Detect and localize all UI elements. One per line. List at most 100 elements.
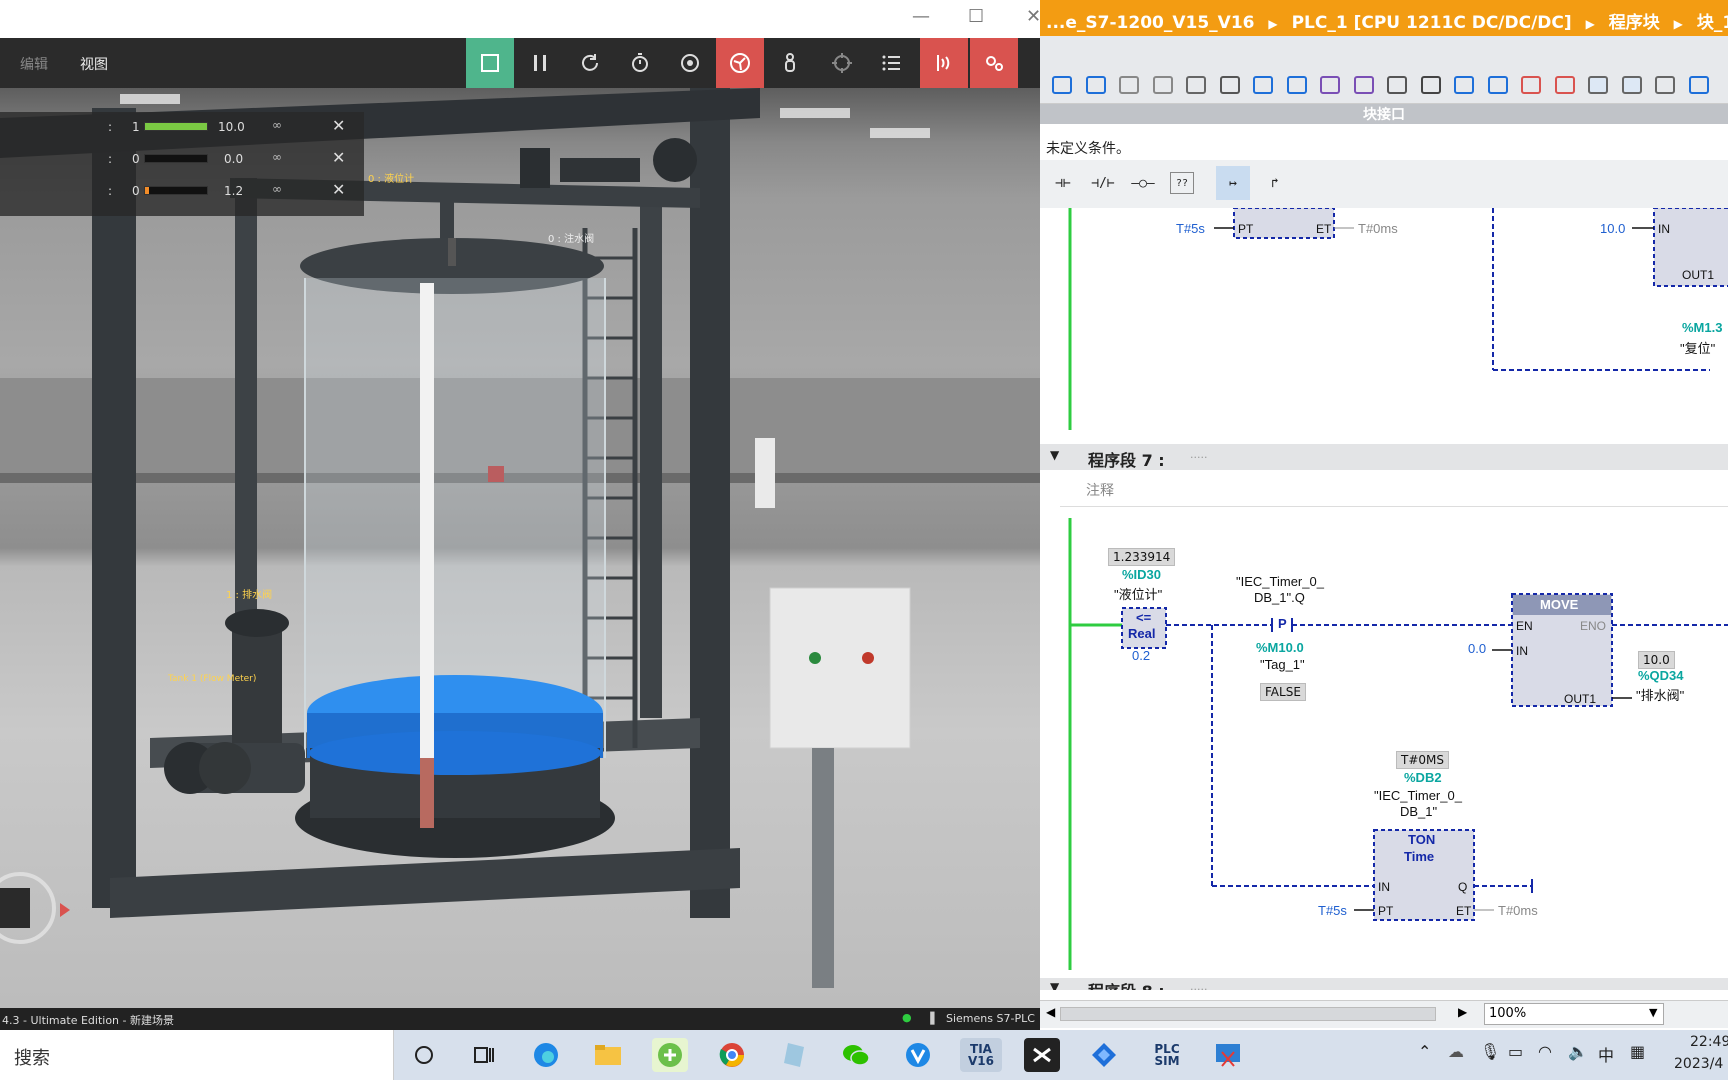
breadcrumb-item[interactable]: PLC_1 [CPU 1211C DC/DC/DC] [1292, 13, 1572, 33]
driver-text[interactable]: Siemens S7-PLC [946, 1012, 1035, 1025]
toolbar-tool-icon[interactable] [1219, 76, 1240, 94]
toolbar-tool-icon[interactable] [1554, 76, 1575, 94]
collapse-icon[interactable]: ▼ [1050, 448, 1059, 462]
toolbar-tool-icon[interactable] [1420, 76, 1441, 94]
close-icon[interactable]: ✕ [1026, 6, 1040, 27]
camera-button[interactable] [666, 38, 714, 88]
toolbar-tool-icon[interactable] [1487, 76, 1508, 94]
chrome-browser-icon[interactable] [714, 1038, 750, 1072]
remove-icon[interactable]: ✕ [332, 148, 345, 167]
ladder-editor[interactable]: T#5s PT ET T#0ms 10.0 IN OUT1 %M1.3 "复位"… [1040, 208, 1728, 990]
pause-button[interactable] [516, 38, 564, 88]
tray-chevron-icon[interactable]: ⌃ [1418, 1042, 1431, 1061]
microphone-icon[interactable]: 🎙 [1480, 1042, 1500, 1061]
force-icon[interactable]: ∞ [272, 118, 282, 132]
fan-button[interactable] [716, 38, 764, 88]
menu-edit[interactable]: 编辑 [20, 54, 48, 74]
reset-tag[interactable]: "复位" [1680, 338, 1715, 357]
toolbar-tool-icon[interactable] [1621, 76, 1642, 94]
clock-time[interactable]: 22:49 [1690, 1034, 1728, 1050]
empty-box-icon[interactable]: ?? [1170, 172, 1194, 194]
edge-browser-icon[interactable] [528, 1038, 564, 1072]
move-in-value[interactable]: 0.0 [1468, 641, 1486, 656]
network-status-icon[interactable]: ☁ [1448, 1042, 1464, 1061]
clock-date[interactable]: 2023/4 [1674, 1056, 1723, 1072]
zoom-select[interactable]: 100% ▼ [1484, 1003, 1664, 1025]
snipping-tool-icon[interactable] [1210, 1038, 1246, 1072]
toolbar-tool-icon[interactable] [1387, 76, 1407, 94]
toolbar-tool-icon[interactable] [1085, 76, 1106, 94]
stop-button[interactable] [466, 38, 514, 88]
sensor-button[interactable] [920, 38, 968, 88]
wifi-icon[interactable]: ◠ [1538, 1042, 1552, 1061]
network-8-header[interactable]: ▼ 程序段 8 : ..... [1040, 978, 1728, 990]
v-app-icon[interactable] [900, 1038, 936, 1072]
timer-button[interactable] [616, 38, 664, 88]
force-icon[interactable]: ∞ [272, 150, 282, 164]
scroll-right-icon[interactable]: ▶ [1458, 1005, 1467, 1019]
toolbar-tool-icon[interactable] [1521, 76, 1541, 94]
close-branch-icon[interactable]: ↱ [1258, 166, 1292, 200]
toolbar-tool-icon[interactable] [1320, 76, 1340, 94]
target-button[interactable] [818, 38, 866, 88]
network-comment[interactable]: 注释 [1086, 480, 1114, 500]
file-explorer-icon[interactable] [590, 1038, 626, 1072]
diamond-app-icon[interactable] [1086, 1038, 1122, 1072]
reset-address[interactable]: %M1.3 [1682, 320, 1722, 335]
toolbar-tool-icon[interactable] [1152, 76, 1173, 94]
compare-tag[interactable]: "液位计" [1114, 584, 1162, 603]
edge-operand[interactable]: "IEC_Timer_0_ [1236, 574, 1324, 589]
taskbar-search[interactable]: 搜索 [0, 1030, 394, 1080]
overlay-slider[interactable] [144, 154, 208, 163]
breadcrumb-item[interactable]: 块_1 [FC1] [1697, 13, 1728, 33]
minimize-icon[interactable]: — [912, 6, 930, 27]
breadcrumb-item[interactable]: ...e_S7-1200_V15_V16 [1046, 13, 1254, 33]
move-in-value[interactable]: 10.0 [1600, 221, 1625, 236]
toolbar-tool-icon[interactable] [1286, 76, 1307, 94]
menu-view[interactable]: 视图 [80, 54, 108, 74]
notes-app-icon[interactable] [776, 1038, 812, 1072]
toolbar-tool-icon[interactable] [1688, 76, 1709, 94]
ton-type[interactable]: Time [1404, 849, 1434, 864]
toolbar-tool-icon[interactable] [1119, 76, 1139, 94]
toolbar-tool-icon[interactable] [1454, 76, 1474, 94]
remove-icon[interactable]: ✕ [332, 116, 345, 135]
reset-button[interactable] [566, 38, 614, 88]
horizontal-scrollbar[interactable] [1060, 1007, 1436, 1021]
toolbar-tool-icon[interactable] [1253, 76, 1273, 94]
remove-icon[interactable]: ✕ [332, 180, 345, 199]
first-person-button[interactable] [766, 38, 814, 88]
volume-icon[interactable]: 🔈 [1568, 1042, 1588, 1061]
open-branch-icon[interactable]: ↦ [1216, 166, 1250, 200]
tia-portal-app[interactable]: TIA V16 [960, 1038, 1002, 1072]
timer-db-name[interactable]: DB_1" [1400, 804, 1437, 819]
ton-pt-value[interactable]: T#5s [1318, 903, 1347, 918]
task-view-icon[interactable] [466, 1038, 502, 1072]
edge-tag[interactable]: "Tag_1" [1260, 657, 1305, 672]
coil-icon[interactable]: –○– [1126, 166, 1160, 200]
capcut-icon[interactable] [1024, 1038, 1060, 1072]
timer-db-address[interactable]: %DB2 [1404, 770, 1442, 785]
edge-operand[interactable]: DB_1".Q [1254, 590, 1305, 605]
timer-db-name[interactable]: "IEC_Timer_0_ [1374, 788, 1462, 803]
toolbar-tool-icon[interactable] [1588, 76, 1608, 94]
tag-list-button[interactable] [868, 38, 916, 88]
toolbar-tool-icon[interactable] [1186, 76, 1206, 94]
collapse-icon[interactable]: ▼ [1050, 980, 1059, 990]
network-7-header[interactable]: ▼ 程序段 7 : ..... [1040, 444, 1728, 470]
move-out-tag[interactable]: "排水阀" [1636, 685, 1684, 704]
toolbar-tool-icon[interactable] [1655, 76, 1675, 94]
cortana-icon[interactable] [406, 1038, 442, 1072]
edge-address[interactable]: %M10.0 [1256, 640, 1304, 655]
maximize-icon[interactable]: ☐ [968, 6, 984, 27]
compare-type[interactable]: Real [1128, 626, 1155, 641]
ime-indicator[interactable]: 中 [1598, 1042, 1614, 1066]
green-app-icon[interactable] [652, 1038, 688, 1072]
plcsim-app[interactable]: PLC SIM [1146, 1038, 1188, 1072]
no-contact-icon[interactable]: ⊣⊢ [1046, 166, 1080, 200]
move-out-address[interactable]: %QD34 [1638, 668, 1684, 683]
compare-ref-value[interactable]: 0.2 [1132, 648, 1150, 663]
compare-address[interactable]: %ID30 [1122, 567, 1161, 582]
drivers-button[interactable] [970, 38, 1018, 88]
block-interface-header[interactable]: 块接口 [1040, 104, 1728, 124]
